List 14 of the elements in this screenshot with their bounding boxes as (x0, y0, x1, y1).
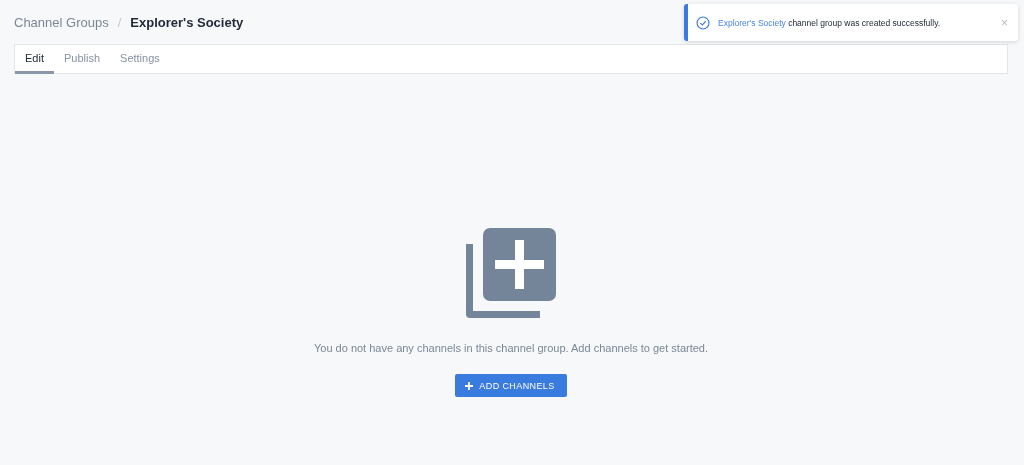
empty-state-message: You do not have any channels in this channel group. Add channels to get started. (313, 342, 708, 354)
tab[interactable]: Settings (110, 45, 170, 74)
breadcrumb-link[interactable]: Channel Groups (14, 14, 109, 30)
tab[interactable]: Edit (15, 45, 54, 74)
breadcrumb-separator: / (117, 14, 122, 30)
close-button[interactable]: × (999, 15, 1010, 30)
plus-icon (465, 381, 474, 390)
check-circle-icon (696, 15, 710, 30)
tab[interactable]: Publish (53, 45, 111, 74)
toast-message: Explorer's Society channel group was created successfully. (718, 17, 942, 28)
group-link[interactable]: Explorer's Society (718, 17, 786, 28)
page-title: Explorer's Society (130, 14, 244, 30)
add-channels-button[interactable]: ADD CHANNELS (455, 374, 567, 397)
add-to-collection-icon (466, 228, 556, 318)
